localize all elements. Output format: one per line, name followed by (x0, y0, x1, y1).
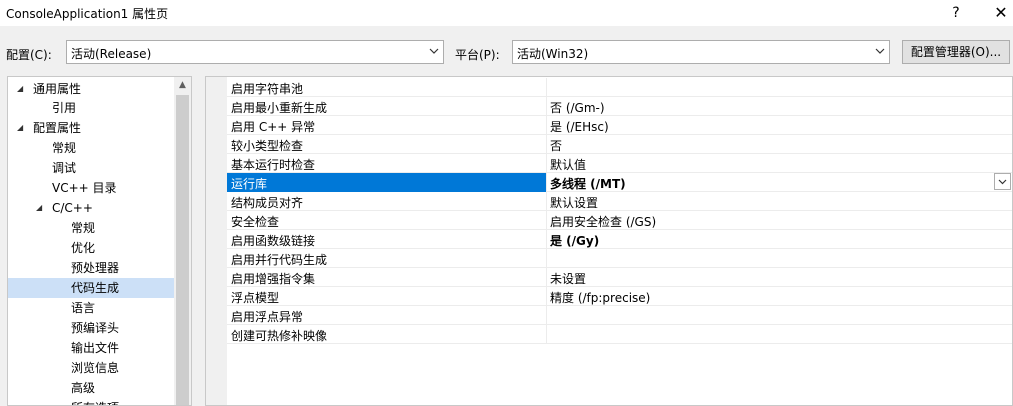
expanded-triangle-icon[interactable]: ◢ (36, 198, 46, 218)
title-bar: ConsoleApplication1 属性页 ? ✕ (0, 0, 1013, 26)
tree-item-general[interactable]: 常规 (8, 138, 174, 158)
tree-item-configuration-properties[interactable]: ◢ 配置属性 (8, 118, 174, 138)
chevron-down-icon (875, 48, 885, 54)
property-row-runtime-library[interactable]: 运行库 多线程 (/MT) (227, 173, 1012, 192)
tree-item-references[interactable]: 引用 (8, 98, 174, 118)
property-grid: 启用字符串池 启用最小重新生成 否 (/Gm-) 启用 C++ 异常 是 (/E… (205, 76, 1013, 406)
window-title: ConsoleApplication1 属性页 (6, 7, 169, 21)
tree-item-optimization[interactable]: 优化 (8, 238, 174, 258)
platform-label: 平台(P): (455, 48, 500, 62)
runtime-library-dropdown[interactable] (994, 173, 1011, 190)
tree-item-language[interactable]: 语言 (8, 298, 174, 318)
property-row-security-check[interactable]: 安全检查 启用安全检查 (/GS) (227, 211, 1012, 230)
grid-gutter (206, 77, 227, 405)
config-value: 活动(Release) (71, 47, 152, 61)
tree-item-preprocessor[interactable]: 预处理器 (8, 258, 174, 278)
scroll-up-arrow-icon[interactable]: ▲ (174, 77, 191, 94)
tree-item-code-generation[interactable]: 代码生成 (8, 278, 174, 298)
tree-item-output-files[interactable]: 输出文件 (8, 338, 174, 358)
tree-item-debugging[interactable]: 调试 (8, 158, 174, 178)
property-row-enhanced-instruction-set[interactable]: 启用增强指令集 未设置 (227, 268, 1012, 287)
chevron-down-icon (998, 179, 1007, 185)
scrollbar-thumb[interactable] (176, 95, 189, 405)
tree-item-browse-information[interactable]: 浏览信息 (8, 358, 174, 378)
property-row-basic-runtime-checks[interactable]: 基本运行时检查 默认值 (227, 154, 1012, 173)
expanded-triangle-icon[interactable]: ◢ (17, 79, 27, 99)
property-row-minimal-rebuild[interactable]: 启用最小重新生成 否 (/Gm-) (227, 97, 1012, 116)
close-button[interactable]: ✕ (986, 2, 1013, 24)
config-manager-button[interactable]: 配置管理器(O)... (902, 40, 1010, 64)
property-row-function-level-linking[interactable]: 启用函数级链接 是 (/Gy) (227, 230, 1012, 249)
tree-item-all-options[interactable]: 所有选项 (8, 398, 174, 405)
property-row-struct-member-alignment[interactable]: 结构成员对齐 默认设置 (227, 192, 1012, 211)
tree-item-precompiled-headers[interactable]: 预编译头 (8, 318, 174, 338)
expanded-triangle-icon[interactable]: ◢ (17, 118, 27, 138)
tree-item-common-properties[interactable]: ◢ 通用属性 (8, 79, 174, 99)
config-dropdown[interactable]: 活动(Release) (66, 40, 444, 64)
property-row-cpp-exceptions[interactable]: 启用 C++ 异常 是 (/EHsc) (227, 116, 1012, 135)
property-row-floating-point-model[interactable]: 浮点模型 精度 (/fp:precise) (227, 287, 1012, 306)
property-row-smaller-type-check[interactable]: 较小类型检查 否 (227, 135, 1012, 154)
property-row-floating-point-exceptions[interactable]: 启用浮点异常 (227, 306, 1012, 325)
help-button[interactable]: ? (941, 2, 971, 24)
platform-value: 活动(Win32) (517, 47, 589, 61)
tree-item-vc-directories[interactable]: VC++ 目录 (8, 178, 174, 198)
property-row-parallel-code-generation[interactable]: 启用并行代码生成 (227, 249, 1012, 268)
tree-item-cpp-general[interactable]: 常规 (8, 218, 174, 238)
property-tree: ◢ 通用属性 引用 ◢ 配置属性 常规 调试 VC++ 目录 ◢ C/C++ 常… (7, 76, 192, 406)
platform-dropdown[interactable]: 活动(Win32) (512, 40, 890, 64)
property-row-string-pooling[interactable]: 启用字符串池 (227, 78, 1012, 97)
tree-item-advanced[interactable]: 高级 (8, 378, 174, 398)
tree-item-c-cpp[interactable]: ◢ C/C++ (8, 198, 174, 218)
tree-scrollbar[interactable]: ▲ (174, 77, 191, 405)
chevron-down-icon (429, 48, 439, 54)
property-row-hotpatchable-image[interactable]: 创建可热修补映像 (227, 325, 1012, 344)
config-label: 配置(C): (6, 48, 52, 62)
